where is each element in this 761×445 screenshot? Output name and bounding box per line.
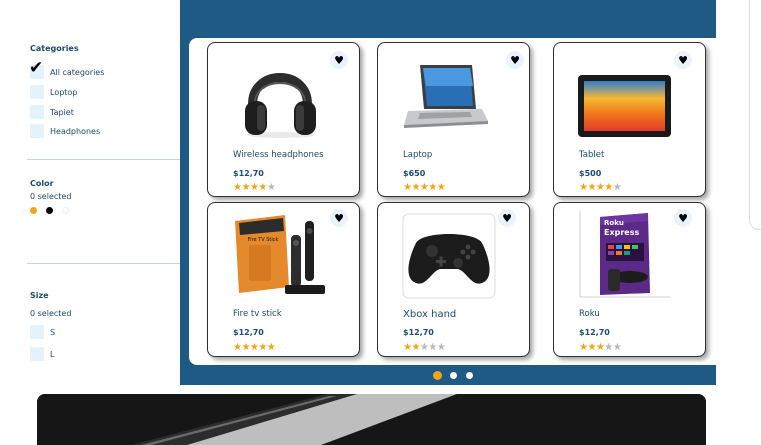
divider (27, 263, 180, 264)
product-price: $650 (403, 169, 426, 178)
product-price: $500 (579, 169, 602, 178)
heart-icon[interactable]: ♥ (330, 51, 348, 69)
star-filled-icon: ★ (258, 342, 267, 353)
heart-icon[interactable]: ♥ (506, 51, 524, 69)
product-name: Tablet (579, 150, 605, 160)
rating-stars: ★★★★★ (579, 342, 622, 353)
star-filled-icon: ★ (587, 182, 596, 193)
filter-sidebar: Categories ✔ All categories Loptop Tapie… (0, 0, 180, 385)
checkbox[interactable] (30, 105, 44, 119)
checkbox[interactable] (30, 325, 44, 339)
product-price: $12,70 (233, 328, 264, 337)
star-filled-icon: ★ (604, 182, 613, 193)
size-label: S (50, 327, 56, 337)
size-selected-count: 0 selected (30, 309, 72, 318)
carousel-dot-2[interactable] (449, 371, 458, 380)
fire-tv-stick-image: Fire TV Stick (235, 215, 325, 294)
carousel-dot-1[interactable] (433, 371, 442, 380)
category-label: All categories (50, 67, 105, 77)
category-label: Tapiet (50, 107, 74, 117)
firetv-box-text: Fire TV Stick (248, 237, 279, 243)
category-option-tapiet[interactable]: Tapiet (30, 105, 74, 119)
category-option-all[interactable]: ✔ All categories (29, 60, 105, 79)
product-card[interactable]: ♥ Laptop $650 ★★★★★ (377, 42, 530, 197)
color-swatch-black[interactable] (46, 207, 53, 214)
product-card[interactable]: ♥ Fire TV Stick Fire tv stick $12,70 ★★★… (207, 202, 360, 357)
rating-stars: ★★★★★ (579, 182, 622, 193)
checkbox[interactable] (30, 124, 44, 138)
categories-title: Categories (30, 44, 79, 53)
product-name: Wireless headphones (233, 150, 324, 160)
roku-brand-text: Roku (604, 219, 624, 227)
star-filled-icon: ★ (258, 182, 267, 193)
star-filled-icon: ★ (587, 342, 596, 353)
tablet-image (578, 75, 671, 137)
laptop-banner-image (37, 394, 706, 445)
laptop-image (404, 65, 488, 128)
size-option-s[interactable]: S (30, 325, 55, 339)
star-empty-icon: ★ (604, 342, 613, 353)
rating-stars: ★★★★★ (403, 342, 446, 353)
product-card[interactable]: ♥ Roku Express Roku $12,70 ★★★★★ (553, 202, 706, 357)
size-option-l[interactable]: L (30, 347, 54, 361)
product-card[interactable]: ♥ Tablet $500 ★★★★★ (553, 42, 706, 197)
side-panel-edge (749, 0, 761, 230)
product-price: $12,70 (233, 169, 264, 178)
product-card[interactable]: ♥ Wireless headphones $12,70 ★★★★★ (207, 42, 360, 197)
promo-banner (37, 394, 706, 445)
product-price: $12,70 (579, 328, 610, 337)
rating-stars: ★★★★★ (233, 342, 276, 353)
star-empty-icon: ★ (612, 342, 622, 353)
category-label: Headphones (50, 126, 101, 136)
roku-model-text: Express (604, 228, 639, 237)
star-filled-icon: ★ (436, 182, 446, 193)
product-card[interactable]: ♥ Xbox hand $12,70 ★★★★★ (377, 202, 530, 357)
color-title: Color (30, 179, 54, 188)
rating-stars: ★★★★★ (403, 182, 446, 193)
product-name: Roku (579, 309, 600, 319)
product-name: Xbox hand (403, 309, 457, 320)
star-filled-icon: ★ (266, 342, 276, 353)
size-title: Size (30, 291, 49, 300)
heart-icon[interactable]: ♥ (330, 209, 348, 227)
star-empty-icon: ★ (428, 342, 437, 353)
product-name: Laptop (403, 150, 433, 160)
xbox-controller-image (402, 213, 496, 299)
checkbox[interactable] (30, 85, 44, 99)
roku-express-image: Roku Express (579, 211, 670, 298)
carousel-dot-3[interactable] (465, 371, 474, 380)
heart-icon[interactable]: ♥ (498, 209, 516, 227)
checkbox[interactable] (30, 347, 44, 361)
divider (27, 159, 180, 160)
star-empty-icon: ★ (612, 182, 622, 193)
category-option-headphones[interactable]: Headphones (30, 124, 100, 138)
heart-icon[interactable]: ♥ (674, 209, 692, 227)
star-empty-icon: ★ (436, 342, 446, 353)
star-filled-icon: ★ (411, 342, 420, 353)
star-filled-icon: ★ (411, 182, 420, 193)
star-empty-icon: ★ (266, 182, 276, 193)
color-selected-count: 0 selected (30, 192, 72, 201)
checkmark-icon: ✔ (29, 58, 44, 78)
star-filled-icon: ★ (241, 342, 250, 353)
color-swatch-white[interactable] (62, 207, 69, 214)
category-option-loptop[interactable]: Loptop (30, 85, 77, 99)
product-name: Fire tv stick (233, 309, 282, 319)
heart-icon[interactable]: ♥ (674, 51, 692, 69)
headphones-image (245, 73, 316, 138)
size-label: L (50, 349, 55, 359)
star-filled-icon: ★ (241, 182, 250, 193)
star-filled-icon: ★ (428, 182, 437, 193)
product-price: $12,70 (403, 328, 434, 337)
category-label: Loptop (50, 87, 78, 97)
color-swatch-orange[interactable] (30, 207, 37, 214)
rating-stars: ★★★★★ (233, 182, 276, 193)
checkbox-checked[interactable]: ✔ (29, 60, 44, 79)
